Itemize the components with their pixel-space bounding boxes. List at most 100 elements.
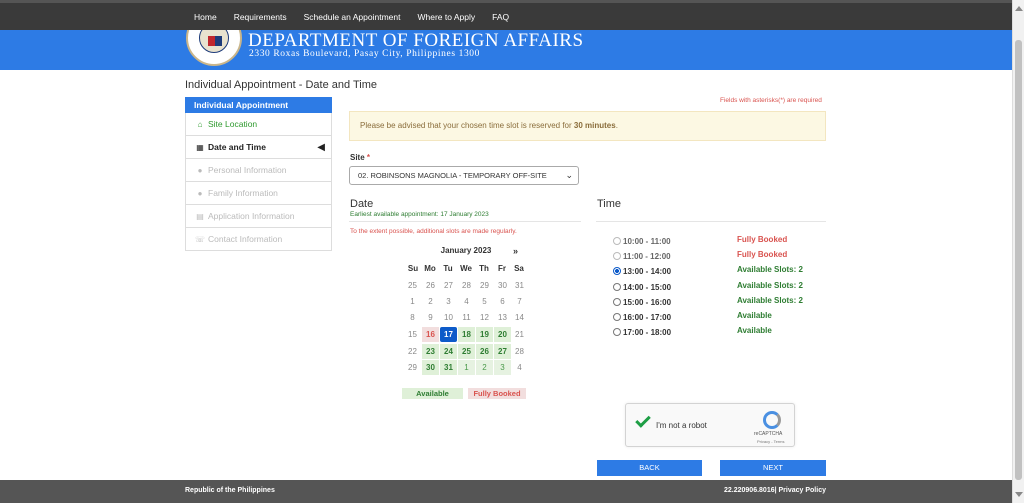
calendar-day: 15 [408,330,417,339]
recaptcha-logo-icon [763,411,781,429]
sidebar-item-label: Contact Information [208,234,283,244]
radio-button[interactable] [613,283,621,291]
time-heading: Time [597,198,622,210]
back-button[interactable]: BACK [597,460,702,476]
scroll-down-icon[interactable] [1015,492,1023,497]
time-slot-option[interactable]: 16:00 - 17:00 [613,311,671,323]
calendar-day-available[interactable]: 30 [422,360,439,375]
sidebar-item-contact-information: ☏ Contact Information [185,228,332,251]
time-slot-option: 11:00 - 12:00 [613,250,671,262]
time-slot-label: 11:00 - 12:00 [623,251,671,261]
calendar-day: 22 [408,347,417,356]
calendar-day: 25 [408,281,417,290]
time-slot-label: 13:00 - 14:00 [623,266,672,276]
recaptcha-label: I'm not a robot [656,421,707,430]
calendar-day: 7 [517,297,522,306]
date-heading: Date [350,198,374,210]
calendar-day-available[interactable]: 24 [440,344,457,359]
time-divider [596,221,826,222]
radio-button-checked[interactable] [613,267,621,275]
phone-icon: ☏ [195,234,206,244]
sidebar-item-label: Application Information [208,211,295,221]
sidebar-item-application-information: ▤ Application Information [185,205,332,228]
weekday-label: Tu [443,264,453,273]
sidebar-item-label: Site Location [208,119,258,129]
calendar-day-available[interactable]: 26 [476,344,493,359]
radio-button[interactable] [613,298,621,306]
time-slot-option-selected[interactable]: 13:00 - 14:00 [613,265,671,277]
earliest-appointment-note: Earliest available appointment: 17 Janua… [350,211,489,218]
nav-faq-link[interactable]: FAQ [492,12,509,22]
calendar-day: 28 [462,281,471,290]
chevron-down-icon: ⌄ [565,170,573,180]
calendar-day-next-month: 3 [494,360,511,375]
time-slot-option[interactable]: 17:00 - 18:00 [613,326,671,338]
calendar-day-selected[interactable]: 17 [440,327,457,342]
calendar-day: 27 [444,281,453,290]
recaptcha-terms-link[interactable]: Privacy - Terms [757,439,784,444]
time-slot-label: 17:00 - 18:00 [623,327,672,337]
agency-address: 2330 Roxas Boulevard, Pasay City, Philip… [249,49,480,59]
users-icon: ● [197,188,203,198]
top-nav: Home Requirements Schedule an Appointmen… [0,0,1012,30]
nav-requirements-link[interactable]: Requirements [234,12,287,22]
time-slot-status: Available [737,311,772,320]
calendar-day: 26 [426,281,435,290]
calendar-day-available[interactable]: 27 [494,344,511,359]
scrollbar-thumb[interactable] [1015,40,1022,480]
radio-button[interactable] [613,313,621,321]
site-select-value: 02. ROBINSONS MAGNOLIA - TEMPORARY OFF-S… [358,171,547,180]
current-step-arrow-icon: ◀ [317,142,325,153]
sidebar-item-site-location[interactable]: ⌂ Site Location [185,113,332,136]
time-slot-status: Available Slots: 2 [737,296,803,305]
site-select[interactable]: 02. ROBINSONS MAGNOLIA - TEMPORARY OFF-S… [349,166,579,185]
calendar-day-available[interactable]: 31 [440,360,457,375]
site-label: Site * [350,153,370,162]
sidebar-item-label: Family Information [208,188,278,198]
nav-home-link[interactable]: Home [194,12,217,22]
next-month-button[interactable]: » [513,246,518,256]
page-footer: Republic of the Philippines 22.220906.80… [0,480,1012,503]
steps-sidebar: Individual Appointment ⌂ Site Location ▦… [185,97,332,251]
time-slot-status: Fully Booked [737,250,788,259]
sidebar-item-date-and-time[interactable]: ▦ Date and Time ◀ [185,136,332,159]
radio-button [613,237,621,245]
calendar-day-available[interactable]: 25 [458,344,475,359]
calendar-day: 14 [515,313,524,322]
calendar-day: 8 [410,313,415,322]
time-slot-option[interactable]: 14:00 - 15:00 [613,281,671,293]
time-slot-label: 16:00 - 17:00 [623,312,672,322]
notice-suffix: . [615,121,618,130]
scroll-up-icon[interactable] [1015,6,1023,11]
time-slot-notice: Please be advised that your chosen time … [349,111,826,141]
checkmark-icon[interactable] [635,412,651,428]
weekday-label: We [460,264,472,273]
weekday-label: Sa [514,264,524,273]
calendar-day: 3 [446,297,451,306]
radio-button[interactable] [613,328,621,336]
footer-version-privacy-link[interactable]: 22.220906.8016| Privacy Policy [724,487,826,494]
calendar-day-available[interactable]: 19 [476,327,493,342]
calendar-day-available[interactable]: 18 [458,327,475,342]
time-slot-status: Available Slots: 2 [737,265,803,274]
time-slot-label: 10:00 - 11:00 [623,236,671,246]
page-scrollbar[interactable] [1012,0,1024,503]
calendar-day: 29 [408,363,417,372]
calendar-day-available[interactable]: 20 [494,327,511,342]
recaptcha-widget[interactable]: I'm not a robot reCAPTCHA Privacy - Term… [625,403,795,447]
required-fields-note: Fields with asterisks(*) are required [720,97,822,104]
calendar-day: 30 [498,281,507,290]
calendar-day-available[interactable]: 23 [422,344,439,359]
date-divider [349,221,581,222]
next-button[interactable]: NEXT [720,460,826,476]
calendar-day: 6 [500,297,505,306]
sidebar-item-label: Personal Information [208,165,287,175]
calendar-day-next-month: 1 [458,360,475,375]
time-slot-option[interactable]: 15:00 - 16:00 [613,296,671,308]
nav-schedule-link[interactable]: Schedule an Appointment [304,12,401,22]
calendar-day: 28 [515,347,524,356]
calendar-month-label: January 2023 [440,246,492,255]
calendar-day: 5 [482,297,487,306]
sidebar-item-label: Date and Time [208,142,266,152]
nav-where-to-apply-link[interactable]: Where to Apply [418,12,476,22]
